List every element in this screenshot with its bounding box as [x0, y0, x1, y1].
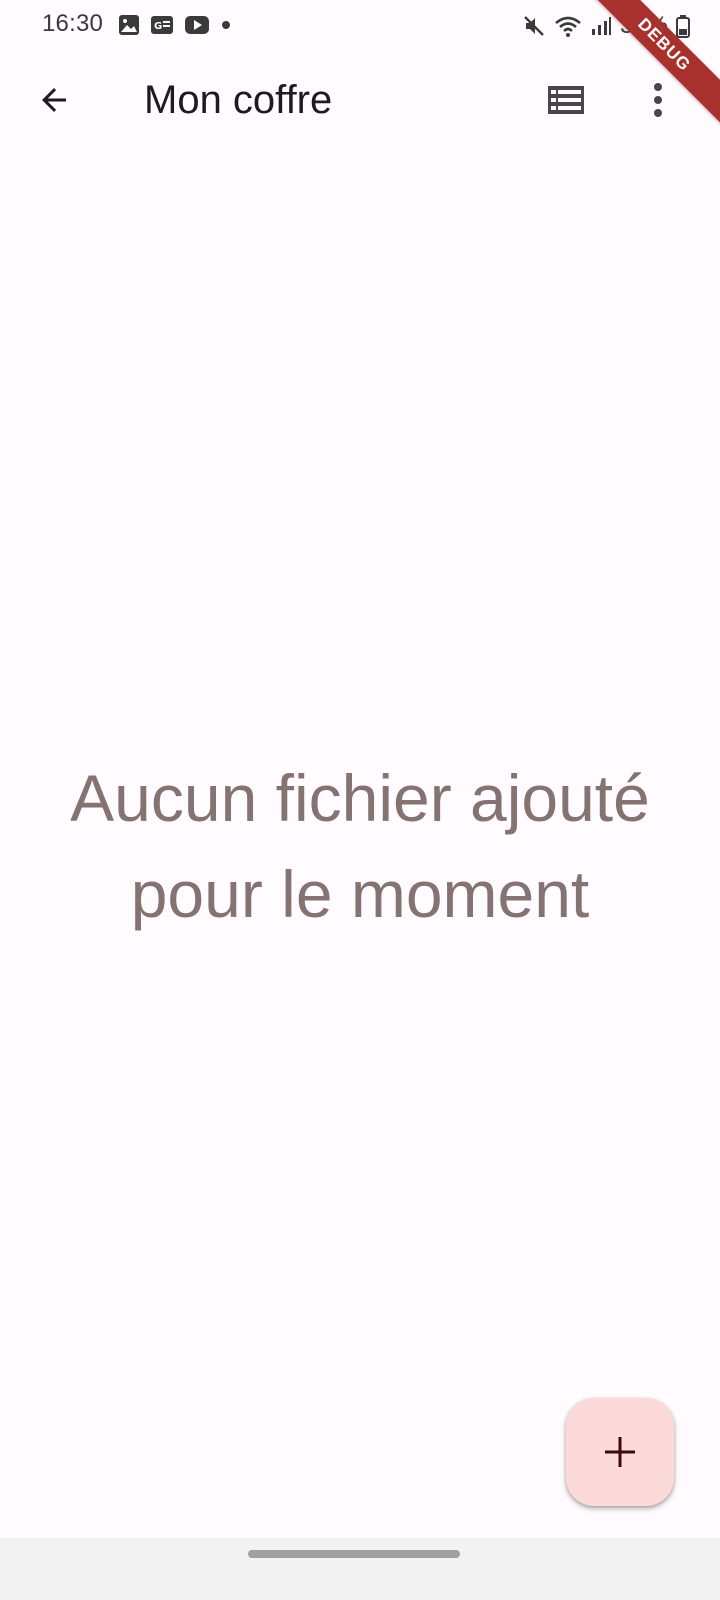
news-icon: G [151, 16, 173, 34]
back-button[interactable] [28, 74, 80, 126]
app-bar: Mon coffre [0, 52, 720, 148]
more-options-button[interactable] [636, 74, 680, 126]
svg-text:G: G [154, 21, 162, 32]
signal-icon [591, 17, 611, 35]
add-icon [605, 1437, 635, 1467]
empty-state-message: Aucun fichier ajouté pour le moment [70, 761, 650, 931]
mute-icon [524, 16, 544, 36]
system-navigation-bar [0, 1538, 720, 1600]
more-vert-icon [654, 83, 662, 117]
dot-icon [222, 21, 230, 29]
home-gesture-handle[interactable] [248, 1550, 460, 1558]
arrow-back-icon [42, 88, 66, 112]
wifi-icon [555, 16, 581, 37]
page-title: Mon coffre [144, 78, 333, 122]
list-view-icon [548, 86, 584, 114]
add-file-button[interactable] [566, 1398, 674, 1506]
youtube-icon [185, 16, 209, 34]
status-time: 16:30 [42, 10, 104, 37]
toggle-view-button[interactable] [540, 74, 592, 126]
battery-icon [676, 15, 690, 38]
status-notification-icons: G [118, 14, 232, 36]
image-icon [119, 15, 139, 35]
